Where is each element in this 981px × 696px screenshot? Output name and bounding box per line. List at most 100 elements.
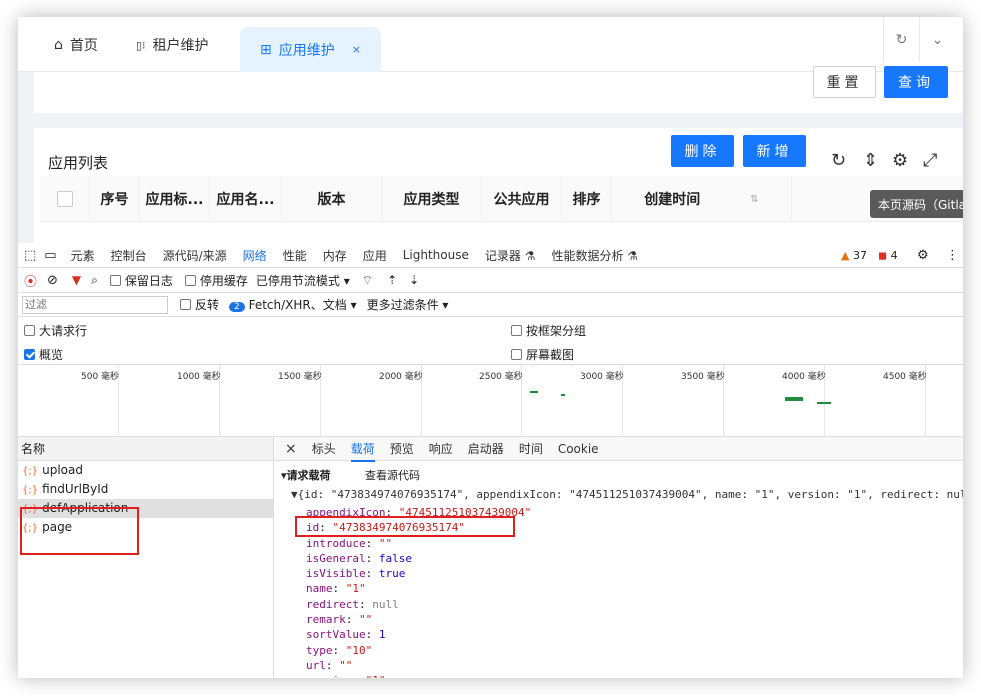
query-button[interactable]: 查询: [884, 66, 948, 98]
payload-field[interactable]: name: "1": [306, 581, 531, 596]
group-frame-checkbox[interactable]: 按框架分组: [511, 322, 586, 339]
payload-field[interactable]: isVisible: true: [306, 566, 531, 581]
field-value: "": [359, 613, 373, 627]
payload-field[interactable]: version: "1": [306, 673, 531, 678]
name-column-header[interactable]: 名称: [18, 437, 273, 461]
tab-cookies[interactable]: Cookie: [558, 442, 599, 456]
error-badge[interactable]: ◼ 4: [878, 249, 898, 262]
select-all-checkbox[interactable]: [40, 176, 90, 222]
tab-home[interactable]: ⌂ 首页: [54, 27, 98, 63]
app-area: ⌂ 首页 ▯⁝ 租户维护 ⊞ 应用维护 × ↻ ⌄ 重置 查询 应用列表 删除 …: [18, 17, 963, 243]
type-count-badge: 2: [229, 302, 245, 312]
request-item[interactable]: {;} upload: [18, 461, 273, 480]
warning-badge[interactable]: ▲ 37: [841, 249, 867, 262]
invert-checkbox[interactable]: 反转: [180, 296, 219, 313]
request-item[interactable]: {;} findUrlById: [18, 480, 273, 499]
grid-icon: ⊞: [260, 41, 272, 58]
home-icon: ⌂: [54, 37, 63, 53]
export-icon[interactable]: ⇣: [409, 273, 419, 287]
payload-field[interactable]: url: "": [306, 658, 531, 673]
search-icon[interactable]: ⌕: [91, 273, 98, 288]
wifi-icon[interactable]: ⌔: [362, 273, 373, 288]
request-list: 名称 {;} upload {;} findUrlById {;} defApplic…: [18, 437, 274, 678]
clear-icon[interactable]: ⊘: [47, 273, 58, 288]
tab-sources[interactable]: 源代码/来源: [163, 247, 227, 264]
field-value: "1": [345, 582, 366, 596]
timeline-label: 3500 毫秒: [681, 372, 725, 382]
payload-field[interactable]: type: "10": [306, 643, 531, 658]
device-toolbar-icon[interactable]: ▭: [44, 248, 56, 263]
tab-memory[interactable]: 内存: [323, 247, 347, 264]
timeline-label: 2000 毫秒: [379, 372, 423, 382]
preserve-log-checkbox[interactable]: 保留日志: [109, 272, 173, 289]
col-public-app: 公共应用: [482, 176, 562, 222]
add-button[interactable]: 新增: [743, 135, 806, 167]
view-source-link[interactable]: 查看源代码: [365, 467, 420, 483]
payload-field[interactable]: redirect: null: [306, 597, 531, 612]
fullscreen-icon[interactable]: ⤢: [923, 150, 937, 171]
close-icon[interactable]: ×: [285, 441, 297, 457]
detail-tabs: × 标头 载荷 预览 响应 启动器 时间 Cookie: [275, 437, 963, 462]
xhr-icon: {;}: [22, 466, 39, 477]
tab-headers[interactable]: 标头: [312, 440, 336, 457]
gear-icon[interactable]: ⚙: [892, 150, 908, 171]
inspect-icon[interactable]: ⬚: [24, 248, 36, 263]
tab-network[interactable]: 网络: [243, 247, 267, 264]
field-value: "": [378, 536, 393, 550]
tab-label: 租户维护: [152, 38, 209, 54]
filter-input[interactable]: [22, 295, 168, 314]
tab-lighthouse[interactable]: Lighthouse: [403, 248, 469, 262]
more-filters[interactable]: 更多过滤条件 ▾: [367, 296, 449, 313]
filter-icon[interactable]: ▼: [72, 273, 81, 287]
field-value: false: [378, 551, 412, 565]
tab-initiator[interactable]: 启动器: [468, 440, 504, 457]
tab-recorder[interactable]: 记录器 ⚗: [485, 247, 536, 264]
disable-cache-checkbox[interactable]: 停用缓存: [184, 272, 248, 289]
refresh-icon[interactable]: ↻: [883, 17, 919, 62]
tab-payload[interactable]: 载荷: [350, 440, 375, 462]
tab-response[interactable]: 响应: [429, 440, 453, 457]
search-card: 重置 查询: [34, 66, 963, 113]
reload-icon[interactable]: ↻: [831, 150, 846, 171]
big-rows-checkbox[interactable]: 大请求行: [24, 322, 87, 339]
sort-icon[interactable]: ⇅: [750, 194, 758, 205]
payload-field[interactable]: remark: "": [306, 612, 531, 627]
overview-checkbox[interactable]: 概览: [24, 346, 63, 363]
payload-field[interactable]: introduce: "": [306, 536, 531, 551]
filter-bar: 反转 2 Fetch/XHR、文档 ▾ 更多过滤条件 ▾: [18, 293, 963, 317]
field-value: "10": [345, 643, 373, 657]
timeline-overview[interactable]: 500 毫秒 1000 毫秒 1500 毫秒 2000 毫秒 2500 毫秒 3…: [18, 365, 963, 437]
settings-icon[interactable]: ⚙: [917, 248, 929, 263]
field-key: sortValue: [306, 628, 366, 642]
field-key: version: [306, 674, 352, 678]
reset-button[interactable]: 重置: [813, 66, 876, 98]
close-icon[interactable]: ×: [352, 43, 361, 56]
payload-summary[interactable]: ▼{id: "473834974076935174", appendixIcon…: [291, 487, 963, 502]
screenshots-checkbox[interactable]: 屏幕截图: [511, 346, 574, 363]
col-created-time[interactable]: 创建时间 ⇅: [612, 176, 792, 222]
tab-perf-insights[interactable]: 性能数据分析 ⚗: [551, 247, 638, 264]
tab-app-maintenance[interactable]: ⊞ 应用维护 ×: [240, 27, 381, 72]
tab-preview[interactable]: 预览: [390, 440, 414, 457]
more-icon[interactable]: ⋮: [946, 248, 959, 263]
tab-tenant[interactable]: ▯⁝ 租户维护: [136, 27, 209, 63]
tab-performance[interactable]: 性能: [283, 247, 307, 264]
col-version: 版本: [282, 176, 382, 222]
delete-button[interactable]: 删除: [671, 135, 734, 167]
payload-field[interactable]: sortValue: 1: [306, 627, 531, 642]
tab-elements[interactable]: 元素: [71, 247, 95, 264]
throttle-select[interactable]: 已停用节流模式 ▾: [256, 272, 350, 289]
field-key: url: [306, 658, 326, 672]
tab-console[interactable]: 控制台: [111, 247, 147, 264]
chevron-down-icon[interactable]: ⌄: [919, 17, 955, 62]
payload-field[interactable]: isGeneral: false: [306, 551, 531, 566]
resource-type-filter[interactable]: 2 Fetch/XHR、文档 ▾: [229, 296, 357, 313]
tab-application[interactable]: 应用: [363, 247, 387, 264]
tooltip: 本页源码（Gitlab）: [870, 190, 963, 218]
record-icon[interactable]: ⦿: [24, 271, 37, 290]
tab-bar: ⌂ 首页 ▯⁝ 租户维护 ⊞ 应用维护 × ↻ ⌄: [18, 17, 963, 72]
column-height-icon[interactable]: ⇕: [863, 150, 878, 171]
import-icon[interactable]: ⇡: [387, 273, 397, 287]
payload-title[interactable]: ▾请求载荷: [281, 467, 331, 483]
tab-timing[interactable]: 时间: [519, 440, 543, 457]
